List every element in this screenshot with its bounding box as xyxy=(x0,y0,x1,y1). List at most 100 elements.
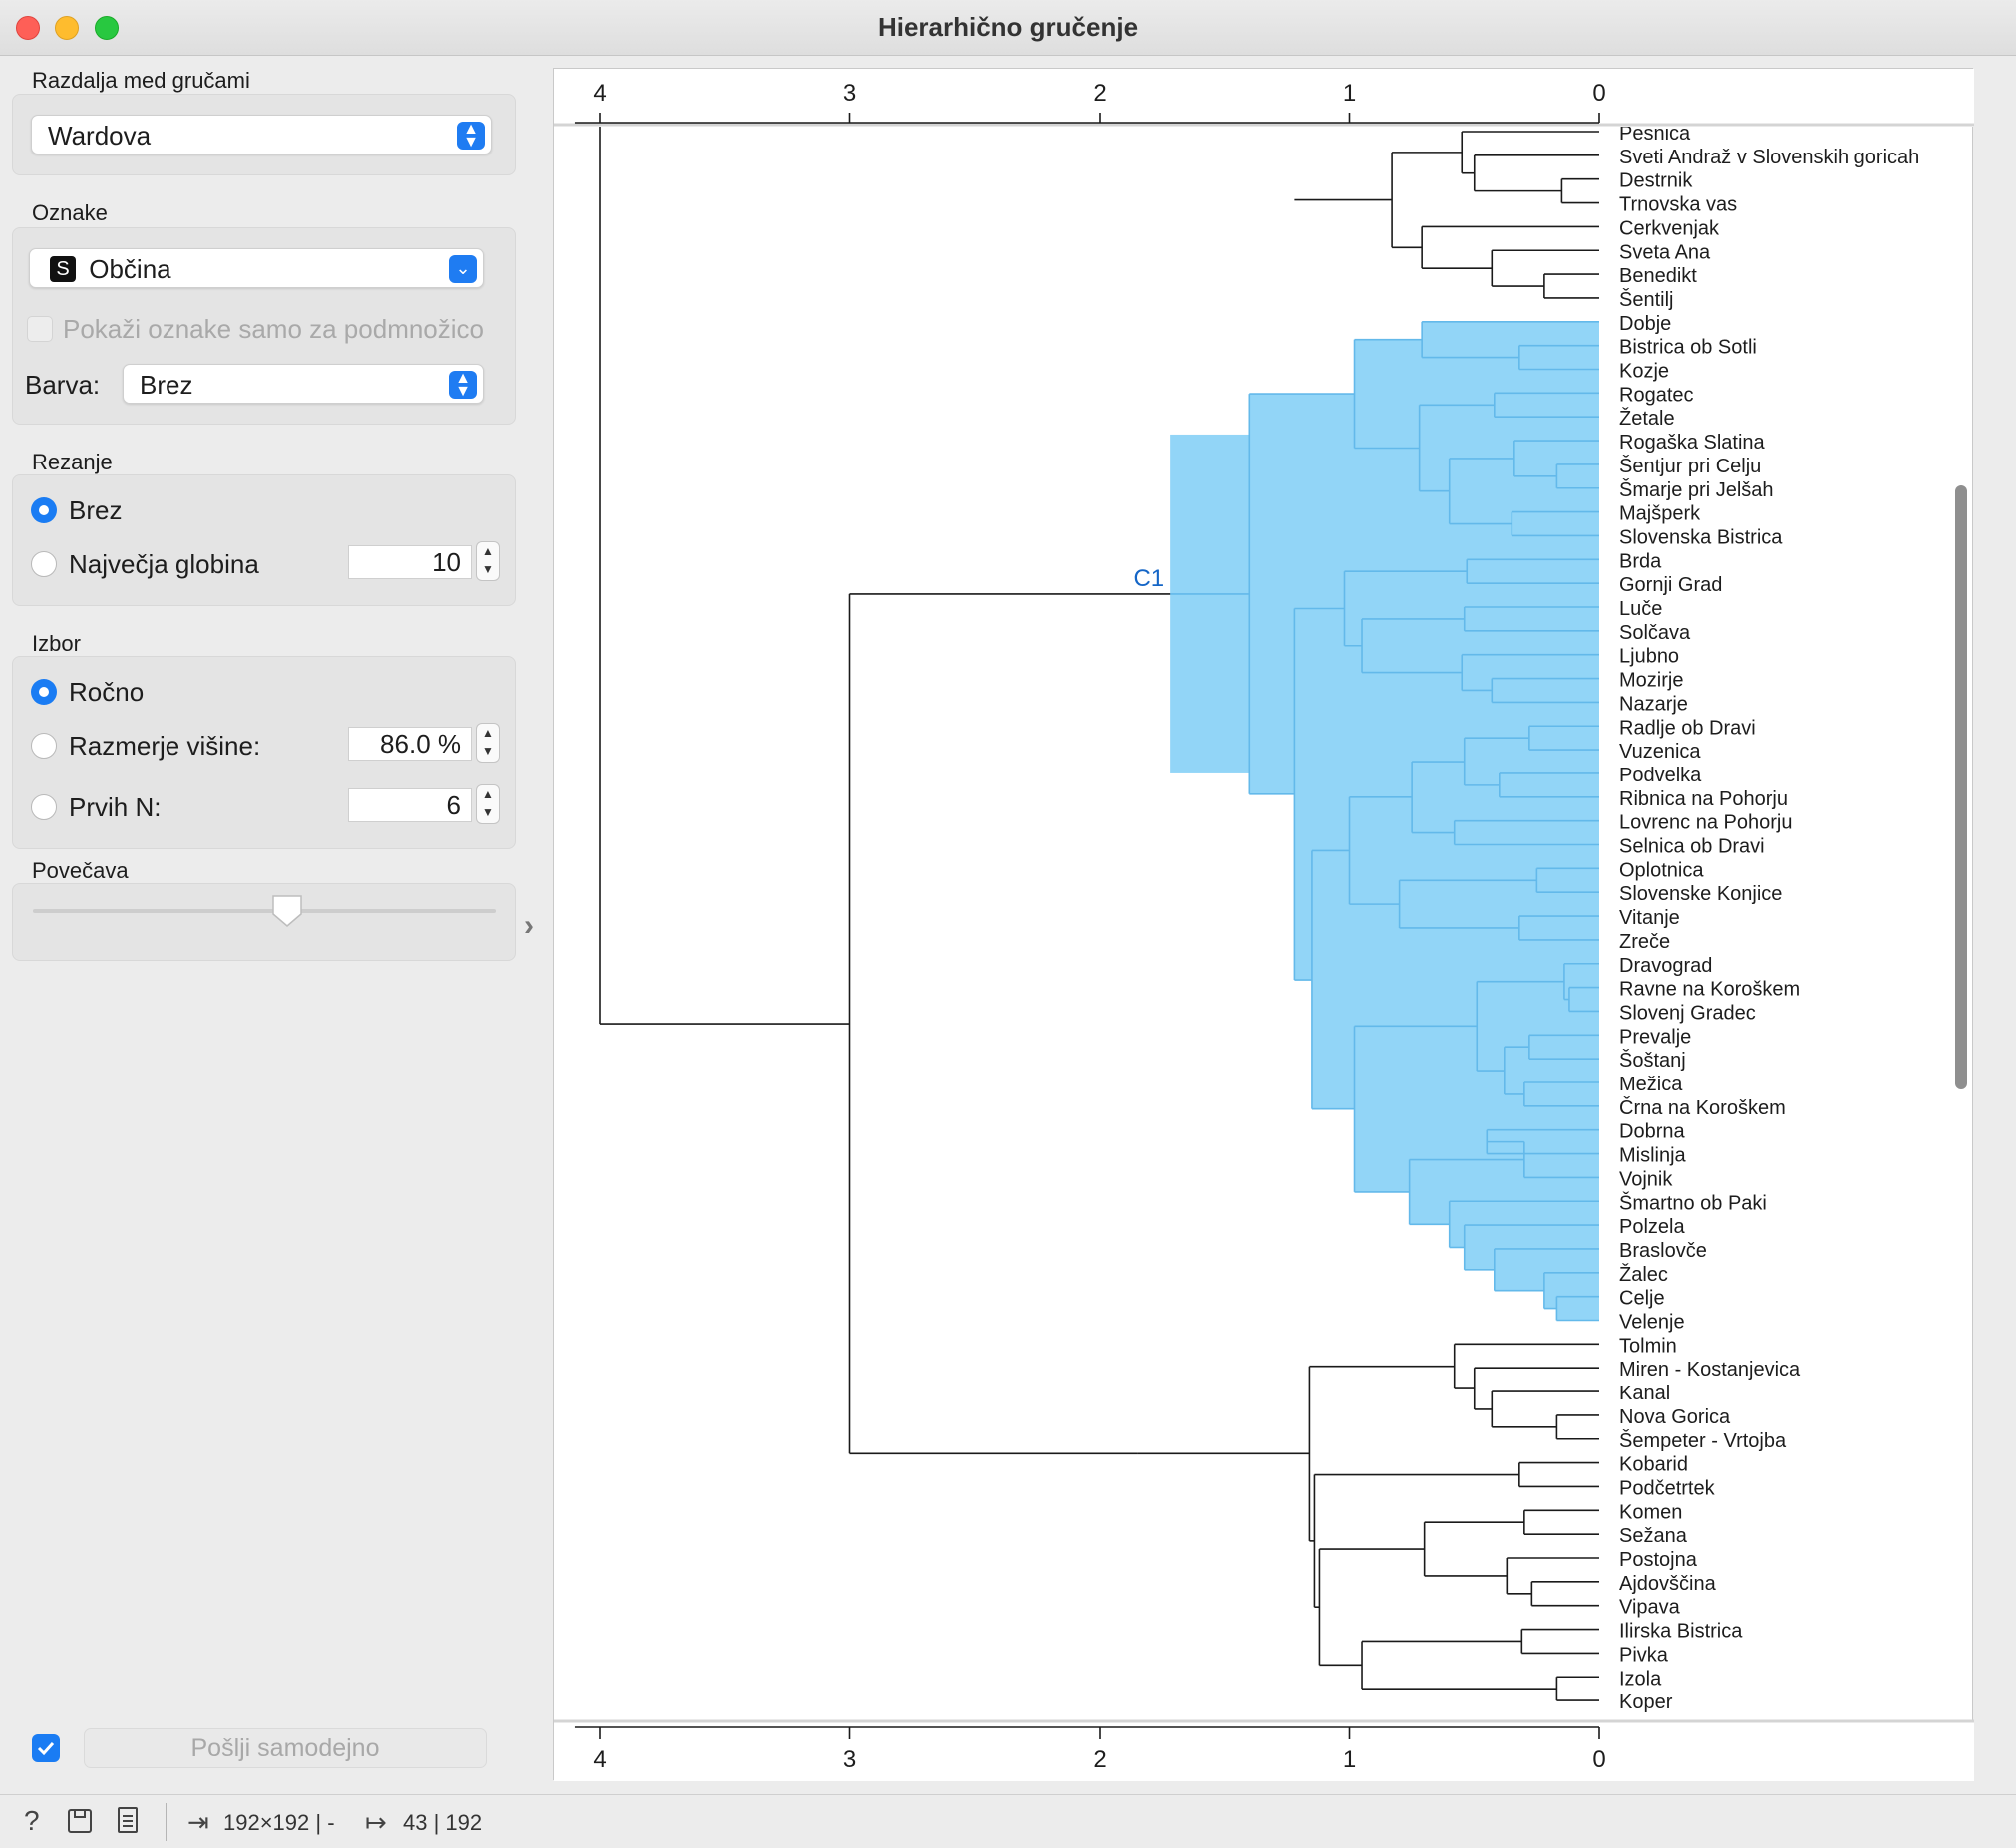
leaf-label: Sveti Andraž v Slovenskih goricah xyxy=(1619,147,1919,168)
selection-topn-radio[interactable] xyxy=(31,794,57,820)
selection-fill xyxy=(1556,463,1599,488)
color-value: Brez xyxy=(140,370,193,400)
checkmark-icon xyxy=(37,1741,55,1756)
leaf-label: Postojna xyxy=(1619,1549,1698,1571)
selection-height-label: Razmerje višine: xyxy=(69,731,261,761)
dendrogram-svg[interactable]: C1 PesnicaSveti Andraž v Slovenskih goric… xyxy=(554,69,1974,1781)
leaf-label: Mežica xyxy=(1619,1074,1683,1095)
leaf-label: Mislinja xyxy=(1619,1145,1687,1167)
leaf-label: Koper xyxy=(1619,1692,1673,1713)
top-n-input[interactable]: 6 xyxy=(348,788,472,822)
input-icon: ⇥ xyxy=(187,1807,209,1837)
leaf-label: Šempeter - Vrtojba xyxy=(1619,1429,1787,1452)
cluster-label: C1 xyxy=(1133,565,1164,592)
top-n-stepper[interactable]: ▲ ▼ xyxy=(476,784,500,824)
leaf-label: Nazarje xyxy=(1619,693,1688,715)
leaf-label: Selnica ob Dravi xyxy=(1619,836,1765,858)
selection-fill xyxy=(1528,1035,1599,1060)
leaf-label: Trnovska vas xyxy=(1619,194,1737,216)
leaf-label: Pivka xyxy=(1619,1644,1669,1666)
selection-fill xyxy=(1512,511,1599,536)
axis-background xyxy=(554,69,1974,127)
max-depth-stepper[interactable]: ▲ ▼ xyxy=(476,541,500,581)
leaf-label: Kanal xyxy=(1619,1383,1670,1404)
leaf-label: Vitanje xyxy=(1619,907,1680,929)
leaf-label: Kobarid xyxy=(1619,1454,1688,1476)
bottom-axis: 4 3 2 1 0 xyxy=(554,1719,1974,1781)
report-icon[interactable] xyxy=(118,1807,138,1833)
help-icon[interactable]: ? xyxy=(24,1805,40,1837)
linkage-box: Wardova ▲ ▼ xyxy=(12,94,516,175)
status-bar: ? ⇥ 192×192 | - ↦ 43 | 192 xyxy=(0,1794,2016,1848)
leaf-label: Šentilj xyxy=(1619,288,1673,311)
color-select[interactable]: Brez ▲ ▼ xyxy=(123,364,484,404)
leaf-label: Vojnik xyxy=(1619,1168,1673,1190)
axis-tick-label: 2 xyxy=(1093,80,1106,107)
selection-fill xyxy=(1467,559,1599,584)
selection-fill xyxy=(1523,1082,1599,1106)
leaf-label: Benedikt xyxy=(1619,265,1697,287)
leaf-label: Podvelka xyxy=(1619,765,1702,786)
leaf-label: Ilirska Bistrica xyxy=(1619,1621,1743,1643)
chevron-right-icon[interactable]: › xyxy=(524,909,534,943)
leaf-label: Rogaška Slatina xyxy=(1619,432,1766,454)
axis-tick-label: 1 xyxy=(1343,1746,1356,1773)
pruning-label: Rezanje xyxy=(32,450,113,474)
pruning-none-radio[interactable] xyxy=(31,497,57,523)
zoom-label: Povečava xyxy=(32,858,129,883)
leaf-label: Izola xyxy=(1619,1668,1662,1690)
auto-send-checkbox[interactable] xyxy=(32,1734,60,1762)
leaf-label: Dobrna xyxy=(1619,1121,1685,1143)
linkage-select[interactable]: Wardova ▲ ▼ xyxy=(31,115,492,154)
pruning-depth-radio[interactable] xyxy=(31,551,57,577)
pruning-box: Brez Največja globina 10 ▲ ▼ xyxy=(12,474,516,606)
leaf-label: Miren - Kostanjevica xyxy=(1619,1359,1801,1381)
selection-fill xyxy=(1492,678,1599,703)
height-ratio-input[interactable]: 86.0 % xyxy=(348,727,472,761)
selection-fill xyxy=(1454,820,1599,845)
leaf-label: Sežana xyxy=(1619,1525,1688,1547)
leaf-label: Dobje xyxy=(1619,313,1671,335)
send-button[interactable]: Pošlji samodejno xyxy=(84,1728,487,1768)
height-ratio-stepper[interactable]: ▲ ▼ xyxy=(476,723,500,763)
dendrogram-view[interactable]: C1 Pesnica Sveti Andraž v Slovenskih goric… xyxy=(553,68,1974,1781)
selection-fill xyxy=(1536,868,1599,893)
leaf-label: Šoštanj xyxy=(1619,1049,1686,1072)
leaf-label: Šmarje pri Jelšah xyxy=(1619,478,1774,501)
output-summary: 43 | 192 xyxy=(403,1810,483,1835)
leaf-label: Dravograd xyxy=(1619,955,1712,977)
max-depth-input[interactable]: 10 xyxy=(348,545,472,579)
leaf-label: Kozje xyxy=(1619,361,1669,383)
leaf-label: Mozirje xyxy=(1619,670,1683,692)
output-icon: ↦ xyxy=(365,1807,387,1837)
leaf-label: Celje xyxy=(1619,1288,1665,1310)
leaf-label: Šentjur pri Celju xyxy=(1619,455,1761,477)
leaf-label: Žetale xyxy=(1619,407,1675,430)
axis-tick-label: 4 xyxy=(593,1746,606,1773)
leaf-label: Majšperk xyxy=(1619,503,1701,525)
zoom-slider-track[interactable] xyxy=(33,909,496,913)
selection-height-radio[interactable] xyxy=(31,733,57,759)
annotations-box: S Občina ⌄ Pokaži oznake samo za podmnož… xyxy=(12,227,516,425)
leaf-labels: PesnicaSveti Andraž v Slovenskih goricah… xyxy=(1619,123,1919,1713)
vertical-scrollbar[interactable] xyxy=(1955,485,1967,1089)
save-icon[interactable] xyxy=(68,1809,92,1833)
subset-labels-checkbox[interactable] xyxy=(27,316,53,342)
axis-tick-label: 1 xyxy=(1343,80,1356,107)
leaf-label: Vipava xyxy=(1619,1597,1681,1619)
leaf-label: Gornji Grad xyxy=(1619,574,1722,596)
annotation-value: Občina xyxy=(89,254,171,284)
selection-manual-radio[interactable] xyxy=(31,679,57,705)
leaf-label: Ravne na Koroškem xyxy=(1619,979,1800,1001)
status-divider xyxy=(166,1803,167,1841)
title-bar: Hierarhično gručenje xyxy=(0,0,2016,56)
selection-fill xyxy=(1518,916,1599,940)
linkage-label: Razdalja med gručami xyxy=(32,68,250,93)
subset-labels-label: Pokaži oznake samo za podmnožico xyxy=(63,314,485,344)
top-axis: 4 3 2 1 0 xyxy=(554,69,1974,127)
annotation-select[interactable]: S Občina ⌄ xyxy=(29,248,484,288)
leaf-label: Luče xyxy=(1619,598,1662,620)
zoom-slider-thumb[interactable] xyxy=(271,894,303,928)
leaf-label: Tolmin xyxy=(1619,1335,1677,1357)
color-label: Barva: xyxy=(25,370,101,400)
